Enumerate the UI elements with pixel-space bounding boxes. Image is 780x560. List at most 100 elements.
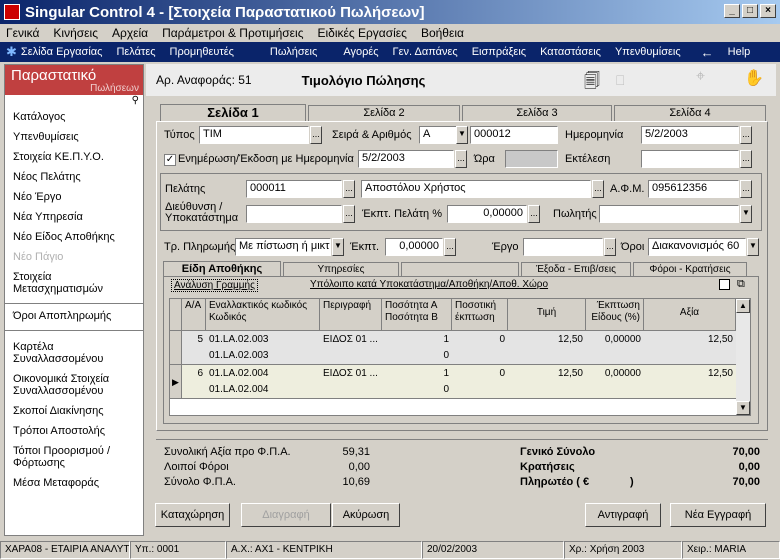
- row-price[interactable]: 12,50: [508, 333, 586, 347]
- nav-reports[interactable]: Καταστάσεις: [540, 46, 601, 58]
- col-value-header[interactable]: Αξία: [644, 299, 736, 331]
- close-button[interactable]: ×: [760, 4, 776, 18]
- hand-icon[interactable]: ✋: [744, 68, 764, 88]
- row-description[interactable]: ΕΙΔΟΣ 01 ...: [320, 333, 382, 347]
- left-item-partner-card[interactable]: Καρτέλα Συναλλασσομένου: [5, 341, 143, 365]
- afm-field[interactable]: 095612356: [648, 180, 739, 198]
- copy-button[interactable]: Αντιγραφή: [585, 503, 661, 527]
- number-field[interactable]: 000012: [470, 126, 558, 144]
- menu-special[interactable]: Ειδικές Εργασίες: [317, 26, 406, 40]
- col-description-header[interactable]: Περιγραφή: [320, 299, 382, 331]
- nav-customers[interactable]: Πελάτες: [116, 46, 155, 58]
- row-alt-code[interactable]: 01.LA.02.004: [206, 367, 320, 381]
- left-item-transformations[interactable]: Στοιχεία Μετασχηματισμών: [5, 271, 143, 295]
- subtab-expenses[interactable]: Έξοδα - Επιβ/σεις: [521, 262, 631, 276]
- row-value[interactable]: 12,50: [644, 367, 736, 381]
- row-value[interactable]: 12,50: [644, 333, 736, 347]
- cancel-button[interactable]: Ακύρωση: [332, 503, 400, 527]
- customer-code-field[interactable]: 000011: [246, 180, 342, 198]
- seller-dropdown-arrow[interactable]: ▼: [740, 205, 752, 223]
- left-item-destinations[interactable]: Τόποι Προορισμού / Φόρτωσης: [5, 445, 143, 469]
- documents-icon[interactable]: 🗐: [584, 70, 600, 97]
- left-item-new-customer[interactable]: Νέος Πελάτης: [5, 171, 143, 183]
- col-aa-header[interactable]: Α/Α: [182, 299, 206, 331]
- col-quantity-header[interactable]: Ποσότητα Α Ποσότητα Β: [382, 299, 452, 331]
- col-code-header[interactable]: Εναλλακτικός κωδικός Κωδικός: [206, 299, 320, 331]
- tab-page-4[interactable]: Σελίδα 4: [614, 105, 766, 121]
- nav-suppliers[interactable]: Προμηθευτές: [170, 46, 234, 58]
- menu-files[interactable]: Αρχεία: [112, 26, 148, 40]
- type-field[interactable]: ΤΙΜ: [199, 126, 309, 144]
- row-indicator[interactable]: [170, 331, 182, 365]
- left-item-new-service[interactable]: Νέα Υπηρεσία: [5, 211, 143, 223]
- back-arrow-icon[interactable]: ←: [701, 45, 714, 60]
- date-field[interactable]: 5/2/2003: [641, 126, 739, 144]
- col-qty-discount-header[interactable]: Ποσοτική έκπτωση: [452, 299, 508, 331]
- col-price-header[interactable]: Τιμή: [508, 299, 586, 331]
- customer-code-lookup-button[interactable]: ...: [343, 180, 355, 198]
- customer-name-field[interactable]: Αποστόλου Χρήστος: [361, 180, 591, 198]
- type-lookup-button[interactable]: ...: [310, 126, 322, 144]
- tab-page-3[interactable]: Σελίδα 3: [462, 105, 612, 121]
- tab-page-2[interactable]: Σελίδα 2: [308, 105, 460, 121]
- customer-discount-button[interactable]: ...: [528, 205, 540, 223]
- series-field[interactable]: Α: [419, 126, 457, 144]
- payment-method-field[interactable]: Με πίστωση ή μικτ: [235, 238, 331, 256]
- line-analysis-link[interactable]: Ανάλυση Γραμμής: [171, 279, 258, 292]
- row-discount[interactable]: 0,00000: [586, 367, 644, 381]
- scroll-up-arrow[interactable]: ▲: [736, 299, 750, 313]
- update-date-picker-button[interactable]: ...: [455, 150, 467, 168]
- left-item-reminders[interactable]: Υπενθυμίσεις: [5, 131, 143, 143]
- col-item-discount-header[interactable]: Έκπτωση Είδους (%): [586, 299, 644, 331]
- customer-name-lookup-button[interactable]: ...: [592, 180, 604, 198]
- project-field[interactable]: [523, 238, 603, 256]
- left-item-new-stock-item[interactable]: Νέο Είδος Αποθήκης: [5, 231, 143, 243]
- windows-icon[interactable]: ⧉: [737, 279, 745, 290]
- row-description[interactable]: ΕΙΔΟΣ 01 ...: [320, 367, 382, 381]
- row-qty-b[interactable]: 0: [382, 383, 452, 397]
- left-item-partner-financial[interactable]: Οικονομικά Στοιχεία Συναλλασσομένου: [5, 373, 143, 397]
- maximize-button[interactable]: □: [742, 4, 758, 18]
- subtab-taxes[interactable]: Φόροι - Κρατήσεις: [633, 262, 747, 276]
- current-row-arrow-icon[interactable]: ▶: [170, 365, 182, 399]
- address-lookup-button[interactable]: ...: [343, 205, 355, 223]
- save-button[interactable]: Καταχώρηση: [155, 503, 230, 527]
- left-item-new-project[interactable]: Νέο Έργο: [5, 191, 143, 203]
- row-code[interactable]: 01.LA.02.004: [206, 383, 320, 397]
- left-item-kepyo[interactable]: Στοιχεία ΚΕ.Π.Υ.Ο.: [5, 151, 143, 163]
- payment-method-dropdown-arrow[interactable]: ▼: [332, 238, 344, 256]
- row-code[interactable]: 01.LA.02.003: [206, 349, 320, 363]
- menu-help[interactable]: Βοήθεια: [421, 26, 464, 40]
- menu-moves[interactable]: Κινήσεις: [53, 26, 98, 40]
- row-qty-a[interactable]: 1: [382, 333, 452, 347]
- row-qty-discount[interactable]: 0: [452, 367, 508, 381]
- help-link[interactable]: Help: [728, 46, 751, 58]
- date-picker-button[interactable]: ...: [740, 126, 752, 144]
- nav-sales[interactable]: Πωλήσεις: [270, 46, 317, 58]
- project-lookup-button[interactable]: ...: [604, 238, 616, 256]
- execution-lookup-button[interactable]: ...: [740, 150, 752, 168]
- afm-lookup-button[interactable]: ...: [740, 180, 752, 198]
- discount-field[interactable]: 0,00000: [385, 238, 443, 256]
- subtab-stock-items[interactable]: Είδη Αποθήκης: [163, 261, 281, 277]
- left-item-shipping-methods[interactable]: Τρόποι Αποστολής: [5, 425, 143, 437]
- execution-field[interactable]: [641, 150, 739, 168]
- left-item-transport-purposes[interactable]: Σκοποί Διακίνησης: [5, 405, 143, 417]
- minimize-button[interactable]: _: [724, 4, 740, 18]
- row-qty-b[interactable]: 0: [382, 349, 452, 363]
- row-qty-a[interactable]: 1: [382, 367, 452, 381]
- left-item-transport-means[interactable]: Μέσα Μεταφοράς: [5, 477, 143, 489]
- nav-reminders[interactable]: Υπενθυμίσεις: [615, 46, 681, 58]
- tab-page-1[interactable]: Σελίδα 1: [160, 104, 306, 122]
- discount-button[interactable]: ...: [444, 238, 456, 256]
- menu-general[interactable]: Γενικά: [6, 26, 39, 40]
- nav-purchases[interactable]: Αγορές: [343, 46, 378, 58]
- subtab-services[interactable]: Υπηρεσίες: [283, 262, 399, 276]
- seller-field[interactable]: [599, 205, 739, 223]
- nav-receipts[interactable]: Εισπράξεις: [472, 46, 526, 58]
- new-record-button[interactable]: Νέα Εγγραφή: [670, 503, 766, 527]
- menu-parameters[interactable]: Παράμετροι & Προτιμήσεις: [162, 26, 303, 40]
- scroll-down-arrow[interactable]: ▼: [736, 401, 750, 415]
- nav-expenses[interactable]: Γεν. Δαπάνες: [393, 46, 458, 58]
- row-alt-code[interactable]: 01.LA.02.003: [206, 333, 320, 347]
